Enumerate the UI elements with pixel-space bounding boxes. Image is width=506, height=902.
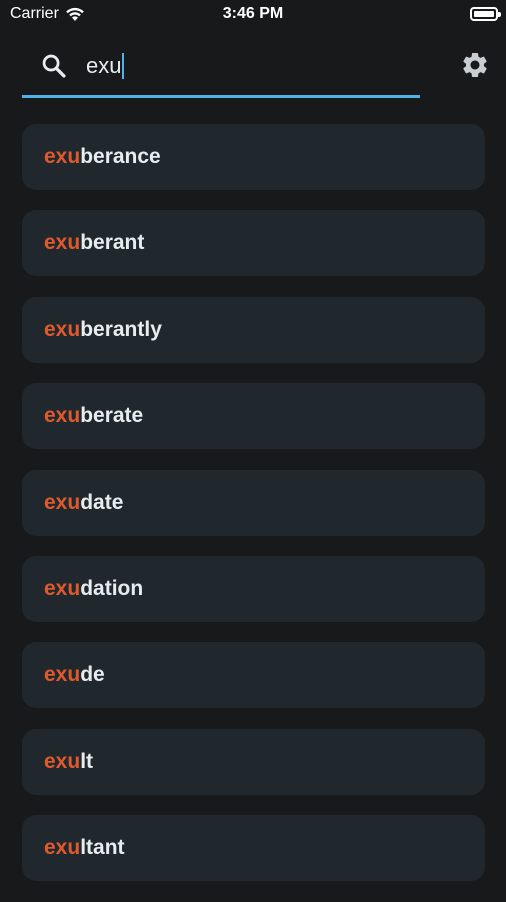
- result-item[interactable]: exu dation: [22, 555, 485, 622]
- result-item[interactable]: exu berantly: [22, 296, 485, 363]
- text-caret: [122, 53, 125, 79]
- result-rest: berance: [80, 145, 161, 168]
- status-bar: Carrier 3:46 PM: [0, 0, 506, 30]
- result-item[interactable]: exu berate: [22, 383, 485, 450]
- result-match: exu: [44, 576, 81, 600]
- result-rest: berant: [80, 231, 145, 255]
- result-item[interactable]: exu date: [22, 469, 485, 536]
- result-item[interactable]: exu berant: [22, 210, 485, 277]
- result-item[interactable]: exu de: [22, 642, 485, 709]
- result-rest: berate: [80, 404, 144, 428]
- search-bar[interactable]: exu: [22, 36, 420, 98]
- result-match: exu: [44, 145, 81, 168]
- result-rest: lt: [80, 749, 94, 773]
- result-item[interactable]: exu ltant: [22, 815, 485, 882]
- gear-icon[interactable]: [460, 50, 490, 80]
- clock: 3:46 PM: [222, 5, 284, 22]
- result-match: exu: [44, 663, 81, 687]
- result-match: exu: [44, 490, 81, 514]
- result-rest: de: [80, 663, 105, 687]
- result-rest: berantly: [80, 317, 162, 341]
- result-rest: date: [80, 490, 124, 514]
- result-match: exu: [44, 231, 81, 255]
- result-match: exu: [44, 749, 81, 773]
- result-match: exu: [44, 404, 81, 428]
- search-underline: [22, 95, 420, 98]
- battery-icon: [470, 7, 501, 21]
- result-item[interactable]: exu berance: [22, 124, 485, 190]
- result-match: exu: [44, 836, 81, 860]
- result-item[interactable]: exu lt: [22, 728, 485, 795]
- result-rest: ltant: [80, 836, 125, 860]
- search-input[interactable]: exu: [86, 50, 386, 82]
- search-icon: [42, 54, 66, 78]
- search-query: exu: [86, 53, 122, 78]
- results-list: exu berance exu berant exu berantly exu bera…: [22, 124, 485, 902]
- result-match: exu: [44, 317, 81, 341]
- result-rest: dation: [80, 576, 144, 600]
